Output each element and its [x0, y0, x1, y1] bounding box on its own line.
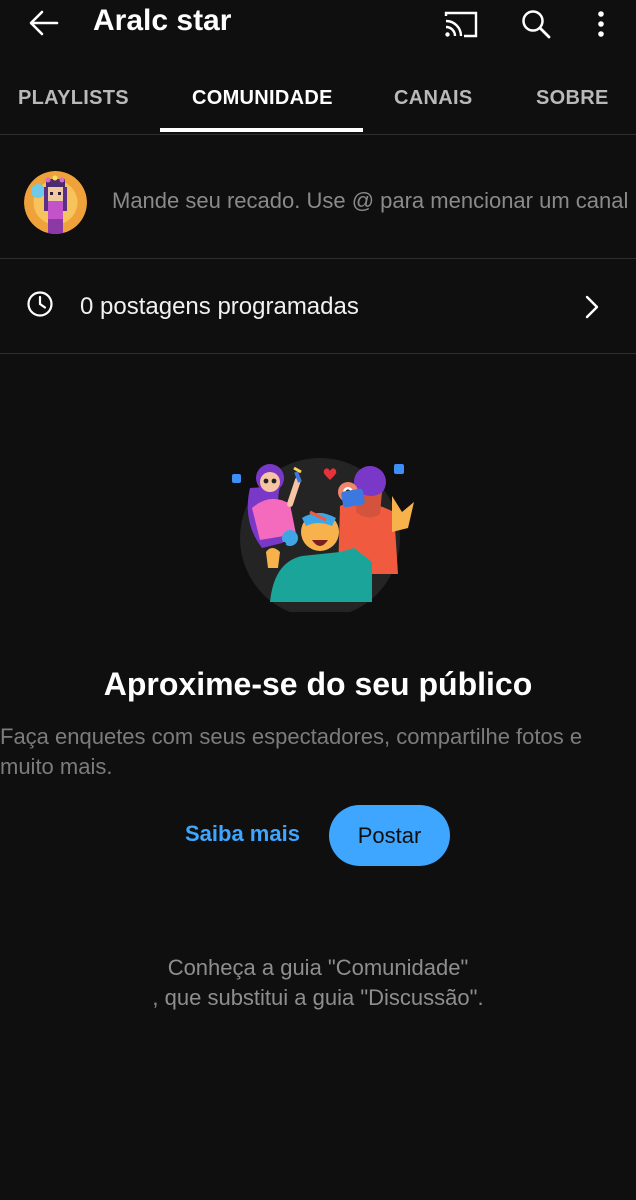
- top-app-bar: Aralc star: [0, 0, 636, 50]
- tab-comunidade[interactable]: COMUNIDADE: [192, 87, 333, 110]
- tab-playlists[interactable]: PLAYLISTS: [18, 87, 129, 110]
- clock-icon: [27, 291, 53, 317]
- channel-title: Aralc star: [93, 4, 232, 37]
- cast-icon[interactable]: [444, 10, 478, 38]
- footer-line-2: , que substitui a guia "Discussão".: [152, 985, 484, 1010]
- empty-state-description: Faça enquetes com seus espectadores, com…: [0, 724, 583, 779]
- post-button[interactable]: Postar: [329, 805, 450, 866]
- channel-tabs: PLAYLISTS COMUNIDADE CANAIS SOBRE: [0, 62, 636, 135]
- search-icon[interactable]: [521, 9, 551, 39]
- scheduled-posts-row[interactable]: 0 postagens programadas: [0, 259, 636, 354]
- footer-line-1: Conheça a guia "Comunidade": [167, 955, 469, 980]
- more-vertical-icon[interactable]: [595, 10, 607, 38]
- compose-post-row[interactable]: Mande seu recado. Use @ para mencionar u…: [0, 134, 636, 259]
- learn-more-link[interactable]: Saiba mais: [185, 821, 300, 847]
- scheduled-posts-label: 0 postagens programadas: [80, 293, 359, 320]
- community-illustration: [232, 458, 414, 612]
- empty-state-heading: Aproxime-se do seu público: [103, 666, 533, 702]
- footer-note: Conheça a guia "Comunidade" , que substi…: [0, 953, 636, 1013]
- chevron-right-icon: [585, 295, 599, 319]
- compose-input[interactable]: Mande seu recado. Use @ para mencionar u…: [112, 188, 636, 214]
- tab-canais[interactable]: CANAIS: [394, 87, 472, 110]
- active-tab-indicator: [160, 128, 363, 132]
- arrow-left-icon[interactable]: [29, 10, 59, 36]
- tab-sobre[interactable]: SOBRE: [536, 87, 609, 110]
- avatar: [24, 171, 87, 234]
